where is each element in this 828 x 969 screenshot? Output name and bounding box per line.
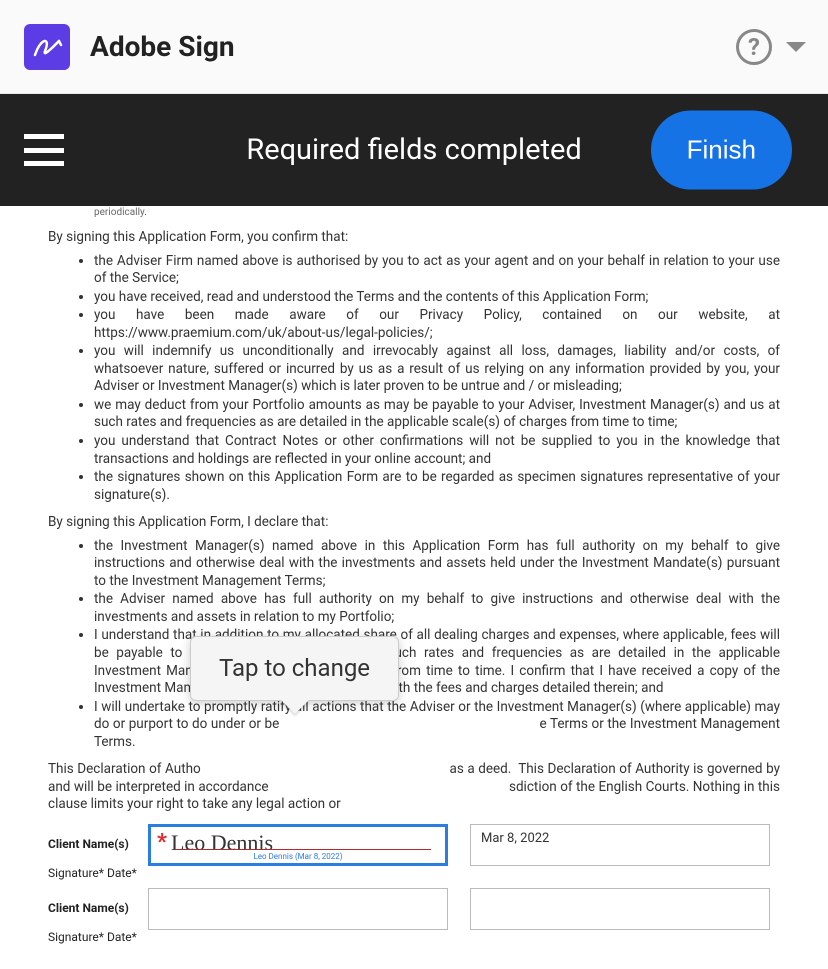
app-title: Adobe Sign <box>90 30 235 63</box>
signature-meta-1: Leo Dennis (Mar 8, 2022) <box>151 852 445 862</box>
signature-date-label-2: Signature* Date* <box>48 930 148 946</box>
signature-fields: Client Name(s) * Leo Dennis Leo Dennis (… <box>48 824 780 945</box>
signature-field-1[interactable]: * Leo Dennis Leo Dennis (Mar 8, 2022) <box>148 824 448 866</box>
declare-bullet-list: the Investment Manager(s) named above in… <box>48 538 780 752</box>
finish-button[interactable]: Finish <box>651 111 792 190</box>
date-field-1[interactable]: Mar 8, 2022 <box>470 824 770 866</box>
help-icon[interactable]: ? <box>736 29 772 65</box>
list-item: you understand that Contract Notes or ot… <box>94 433 780 468</box>
list-item: you have received, read and understood t… <box>94 289 780 307</box>
signature-date-label-1: Signature* Date* <box>48 866 148 882</box>
list-item: the Investment Manager(s) named above in… <box>94 538 780 591</box>
dropdown-caret-icon[interactable] <box>786 42 806 52</box>
status-bar: Required fields completed Finish <box>0 94 828 206</box>
list-item: the Adviser named above has full authori… <box>94 591 780 626</box>
adobe-sign-logo-icon <box>24 24 70 70</box>
truncated-text-top: periodically. <box>48 206 780 223</box>
list-item: you will indemnify us unconditionally an… <box>94 343 780 396</box>
declare-intro: By signing this Application Form, I decl… <box>48 514 780 532</box>
tap-to-change-tooltip: Tap to change <box>190 636 399 701</box>
client-name-label-1: Client Name(s) <box>48 837 148 853</box>
signature-field-2[interactable] <box>148 888 448 930</box>
client-name-label-2: Client Name(s) <box>48 901 148 917</box>
list-item: I will undertake to promptly ratify all … <box>94 699 780 752</box>
status-message: Required fields completed <box>246 133 581 167</box>
list-item: the signatures shown on this Application… <box>94 469 780 504</box>
tooltip-text: Tap to change <box>219 654 370 682</box>
list-item: the Adviser Firm named above is authoris… <box>94 253 780 288</box>
document-viewport[interactable]: periodically. By signing this Applicatio… <box>0 206 828 969</box>
menu-icon[interactable] <box>24 134 64 166</box>
app-header: Adobe Sign ? <box>0 0 828 94</box>
date-field-2[interactable] <box>470 888 770 930</box>
confirm-intro: By signing this Application Form, you co… <box>48 229 780 247</box>
date-value-1: Mar 8, 2022 <box>481 831 549 848</box>
declaration-paragraph: This Declaration of Autho as a deed. Thi… <box>48 761 780 814</box>
confirm-bullet-list: the Adviser Firm named above is authoris… <box>48 253 780 505</box>
signature-line <box>175 849 431 850</box>
list-item: you have been made aware of our Privacy … <box>94 307 780 342</box>
list-item: we may deduct from your Portfolio amount… <box>94 397 780 432</box>
